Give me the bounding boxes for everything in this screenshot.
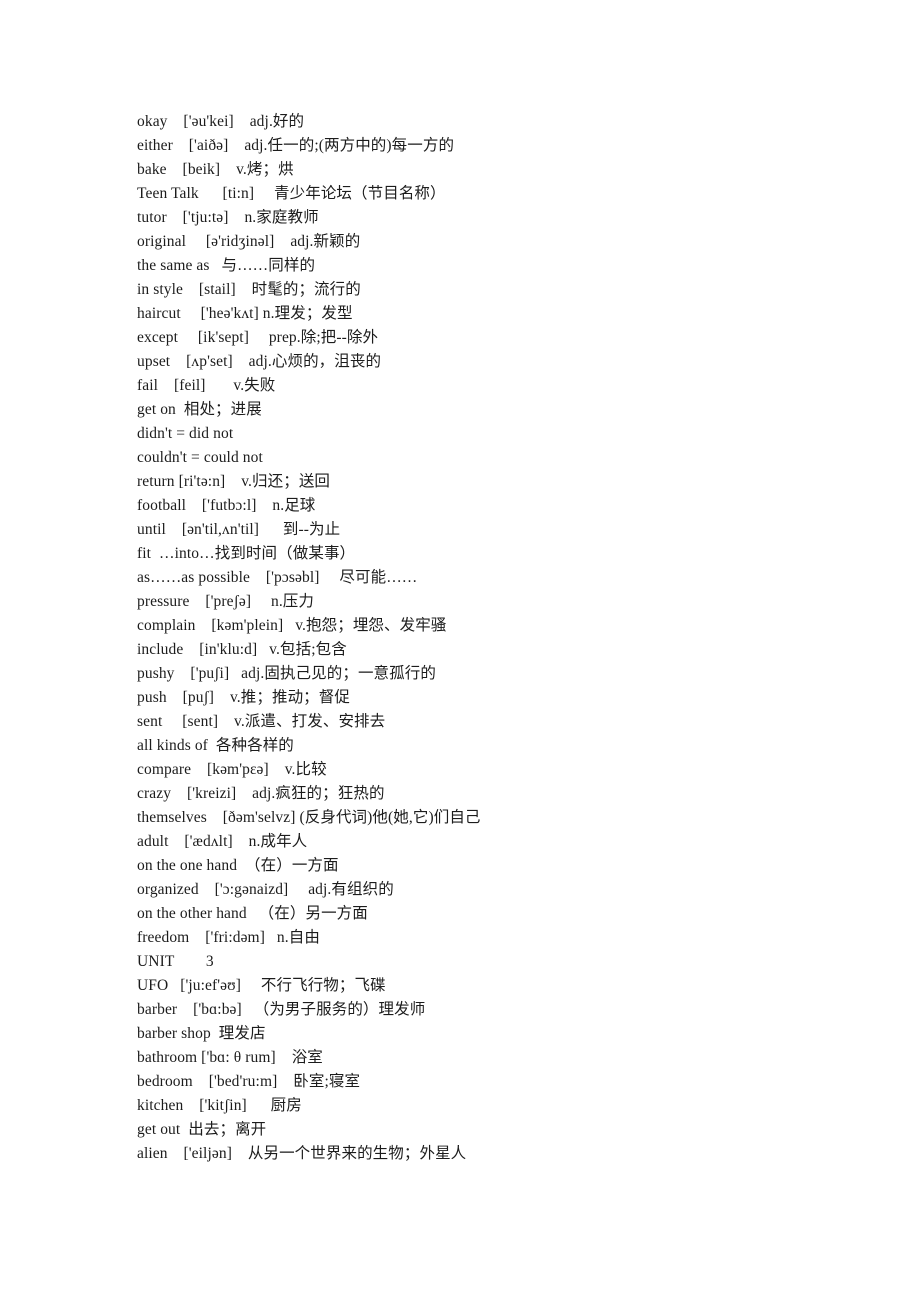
- vocab-entry: either ['aiðə] adj.任一的;(两方中的)每一方的: [137, 137, 455, 154]
- vocab-entry: Teen Talk [ti:n] 青少年论坛（节目名称）: [137, 185, 446, 202]
- vocab-entry: freedom ['fri:dəm] n.自由: [137, 929, 320, 946]
- vocab-entry: compare [kəm'pɛə] v.比较: [137, 761, 327, 778]
- vocab-entry: fit …into…找到时间（做某事）: [137, 545, 356, 562]
- vocab-entry: kitchen ['kitʃin] 厨房: [137, 1097, 302, 1114]
- vocab-entry: except [ik'sept] prep.除;把--除外: [137, 329, 379, 346]
- vocab-entry: on the other hand （在）另一方面: [137, 905, 368, 922]
- vocab-entry: fail [feil] v.失败: [137, 377, 276, 394]
- vocab-entry: bedroom ['bed'ru:m] 卧室;寝室: [137, 1073, 361, 1090]
- vocab-entry: adult ['ædʌlt] n.成年人: [137, 833, 308, 850]
- vocab-entry: themselves [ðəm'selvz] (反身代词)他(她,它)们自己: [137, 809, 481, 826]
- vocab-entry: complain [kəm'plein] v.抱怨；埋怨、发牢骚: [137, 617, 447, 634]
- vocabulary-list: okay ['əu'kei] adj.好的 either ['aiðə] adj…: [137, 110, 837, 1166]
- vocab-entry: couldn't = could not: [137, 449, 263, 466]
- vocab-entry: get on 相处；进展: [137, 401, 262, 418]
- vocab-entry: get out 出去；离开: [137, 1121, 267, 1138]
- vocab-entry: original [ə'ridʒinəl] adj.新颖的: [137, 233, 361, 250]
- vocab-entry: tutor ['tju:tə] n.家庭教师: [137, 209, 319, 226]
- vocab-entry: bathroom ['bɑ: θ rum] 浴室: [137, 1049, 323, 1066]
- vocab-entry: crazy ['kreizi] adj.疯狂的；狂热的: [137, 785, 385, 802]
- vocab-entry: push [puʃ] v.推；推动；督促: [137, 689, 350, 706]
- vocab-entry: haircut ['heə'kʌt] n.理发；发型: [137, 305, 353, 322]
- vocab-entry: alien ['eiljən] 从另一个世界来的生物；外星人: [137, 1145, 467, 1162]
- vocab-entry: all kinds of 各种各样的: [137, 737, 294, 754]
- vocab-entry: sent [sent] v.派遣、打发、安排去: [137, 713, 386, 730]
- vocab-entry: didn't = did not: [137, 425, 234, 442]
- vocab-entry: football ['futbɔ:l] n.足球: [137, 497, 316, 514]
- vocab-entry: as……as possible ['pɔsəbl] 尽可能……: [137, 569, 418, 586]
- vocab-entry: pushy ['puʃi] adj.固执己见的；一意孤行的: [137, 665, 436, 682]
- vocab-entry: until [ən'til,ʌn'til] 到--为止: [137, 521, 341, 538]
- vocab-entry: pressure ['preʃə] n.压力: [137, 593, 314, 610]
- vocab-entry: barber shop 理发店: [137, 1025, 266, 1042]
- vocab-entry: barber ['bɑ:bə] （为男子服务的）理发师: [137, 1001, 426, 1018]
- vocab-entry: the same as 与……同样的: [137, 257, 316, 274]
- vocab-entry: organized ['ɔ:gənaizd] adj.有组织的: [137, 881, 394, 898]
- vocab-entry: return [ri'tə:n] v.归还；送回: [137, 473, 331, 490]
- vocab-entry: bake [beik] v.烤；烘: [137, 161, 294, 178]
- vocab-entry-unit-heading: UNIT 3: [137, 953, 214, 970]
- vocab-entry: UFO ['ju:ef'əʊ] 不行飞行物；飞碟: [137, 977, 386, 994]
- vocab-entry: on the one hand （在）一方面: [137, 857, 339, 874]
- vocab-entry: upset [ʌp'set] adj.心烦的，沮丧的: [137, 353, 382, 370]
- vocab-entry: okay ['əu'kei] adj.好的: [137, 113, 305, 130]
- vocab-entry: include [in'klu:d] v.包括;包含: [137, 641, 347, 658]
- vocab-entry: in style [stail] 时髦的；流行的: [137, 281, 361, 298]
- document-page: okay ['əu'kei] adj.好的 either ['aiðə] adj…: [0, 0, 920, 1302]
